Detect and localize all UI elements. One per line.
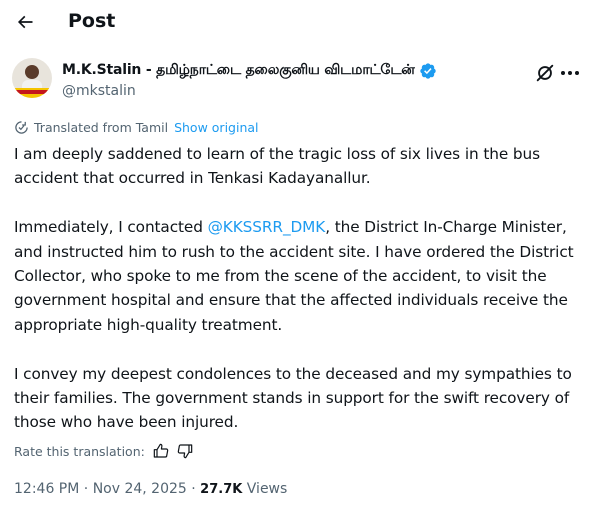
tweet-paragraph-3: I convey my deepest condolences to the d… [14,364,572,432]
more-options-icon[interactable] [558,62,582,84]
views-count: 27.7K [200,482,243,497]
page-title: Post [68,10,116,32]
mention-link[interactable]: @KKSSRR_DMK [208,218,326,236]
back-button[interactable] [8,5,42,39]
arrow-left-icon [17,15,33,29]
thumbs-up-icon[interactable] [153,443,169,459]
verified-badge-icon [419,62,437,80]
tweet-paragraph-1: I am deeply saddened to learn of the tra… [14,145,540,188]
top-bar: Post [0,0,595,46]
translation-notice: Translated from Tamil Show original [14,120,259,135]
views-label: Views [242,481,288,497]
rate-translation-label: Rate this translation: [14,443,145,459]
show-original-link[interactable]: Show original [174,120,258,135]
rate-translation: Rate this translation: [14,443,193,459]
author-name-row[interactable]: M.K.Stalin - தமிழ்நாட்டை தலைகுனிய விடமாட… [62,62,437,80]
grok-icon[interactable] [534,62,556,84]
post-metadata: 12:46 PM · Nov 24, 2025 · 27.7K Views [14,481,287,497]
author-handle[interactable]: @mkstalin [62,83,136,99]
post-date[interactable]: Nov 24, 2025 [93,481,187,497]
tweet-paragraph-2: Immediately, I contacted @KKSSRR_DMK, th… [14,215,586,337]
translated-label: Translated from Tamil [34,120,169,135]
tweet-paragraph-2-start: Immediately, I contacted [14,218,208,237]
author-name[interactable]: M.K.Stalin - தமிழ்நாட்டை தலைகுனிய விடமாட… [62,62,415,80]
avatar[interactable] [12,58,52,98]
meta-separator: · [186,481,201,497]
tweet-text: I am deeply saddened to learn of the tra… [14,142,586,435]
thumbs-down-icon[interactable] [177,443,193,459]
translate-icon [14,120,29,135]
post-time[interactable]: 12:46 PM [14,481,79,497]
meta-separator: · [79,481,93,497]
